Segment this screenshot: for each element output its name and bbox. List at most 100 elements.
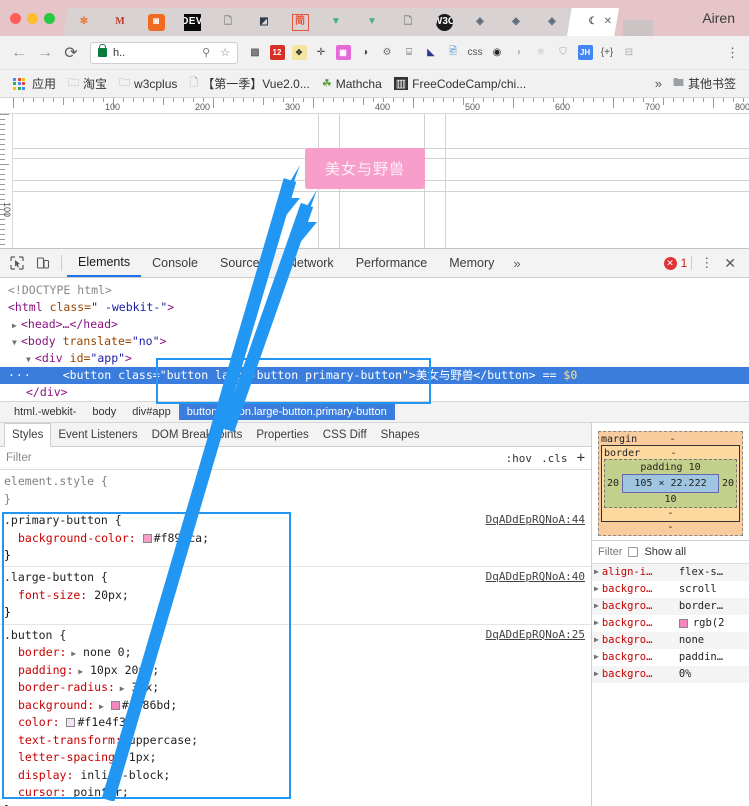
- css-declaration[interactable]: cursor: pointer;: [4, 784, 591, 801]
- bookmark-3[interactable]: 🗋 【第一季】Vue2.0...: [184, 72, 314, 95]
- breadcrumb-item-3[interactable]: button.button.large-button.primary-butto…: [178, 404, 395, 421]
- extension-5[interactable]: ◑: [354, 40, 376, 66]
- css-declaration[interactable]: border-radius: ▶ 3px;: [4, 679, 591, 696]
- border-top-value[interactable]: -: [640, 448, 707, 459]
- maximize-window-button[interactable]: [44, 12, 55, 24]
- extension-15[interactable]: JH: [574, 40, 596, 66]
- expand-triangle-icon[interactable]: ▶: [594, 600, 599, 613]
- css-property-name[interactable]: cursor:: [18, 785, 66, 799]
- star-icon[interactable]: ☆: [220, 46, 230, 59]
- border-bottom-value[interactable]: -: [604, 508, 737, 519]
- browser-tab-1[interactable]: M: [99, 8, 141, 36]
- collapse-triangle-icon[interactable]: ▼: [26, 354, 35, 366]
- expand-triangle-icon[interactable]: ▶: [594, 651, 599, 664]
- dom-line[interactable]: ▼ <div id="app">: [0, 350, 749, 367]
- expand-triangle-icon[interactable]: ▶: [594, 566, 599, 579]
- css-rule-source-link[interactable]: DqADdEpRQNoA:44: [486, 512, 585, 529]
- color-swatch[interactable]: [678, 619, 688, 629]
- extension-8[interactable]: ◣: [420, 40, 442, 66]
- address-bar[interactable]: h.. ⚲ ☆: [90, 41, 238, 64]
- hov-toggle[interactable]: :hov: [506, 452, 533, 465]
- css-property-name[interactable]: border:: [18, 645, 66, 659]
- css-property-name[interactable]: padding:: [18, 663, 73, 677]
- css-declaration[interactable]: font-size: 20px;: [4, 587, 591, 604]
- devtools-tab-sources[interactable]: Sources: [209, 249, 277, 277]
- style-tab-properties[interactable]: Properties: [249, 423, 315, 446]
- primary-button[interactable]: 美女与野兽: [305, 148, 426, 189]
- css-declaration[interactable]: letter-spacing: 1px;: [4, 749, 591, 766]
- margin-top-value[interactable]: -: [637, 434, 708, 445]
- css-property-value[interactable]: #f1e4f3;: [77, 715, 132, 729]
- css-property-name[interactable]: border-radius:: [18, 680, 115, 694]
- padding-bottom-value[interactable]: 10: [607, 494, 734, 505]
- devtools-tab-performance[interactable]: Performance: [345, 249, 439, 277]
- css-property-value[interactable]: 3px;: [132, 680, 160, 694]
- ellipsis-icon[interactable]: ···: [8, 368, 32, 382]
- padding-top-value[interactable]: 10: [689, 462, 701, 473]
- extension-17[interactable]: ⊟: [618, 40, 640, 66]
- expand-triangle-icon[interactable]: ▶: [594, 617, 599, 630]
- css-property-name[interactable]: color:: [18, 715, 60, 729]
- css-property-value[interactable]: none 0;: [83, 645, 131, 659]
- browser-tab-5[interactable]: ◩: [243, 8, 285, 36]
- breadcrumb-item-0[interactable]: html.-webkit-: [6, 404, 84, 420]
- computed-property-row[interactable]: ▶ backgro… scroll: [592, 581, 749, 598]
- bookmark-4[interactable]: ☘ Mathcha: [317, 75, 387, 93]
- dom-line[interactable]: ▶ <head>…</head>: [0, 316, 749, 333]
- css-rule-source-link[interactable]: DqADdEpRQNoA:25: [486, 627, 585, 644]
- browser-tab-12[interactable]: ◈: [495, 8, 537, 36]
- css-property-value[interactable]: 20px;: [94, 588, 129, 602]
- reload-icon[interactable]: ⟳: [58, 40, 84, 66]
- css-property-name[interactable]: letter-spacing:: [18, 750, 122, 764]
- padding-left-value[interactable]: 20: [607, 478, 619, 489]
- computed-property-row[interactable]: ▶ backgro… rgb(2: [592, 615, 749, 632]
- tab-close-icon[interactable]: ✕: [604, 16, 612, 27]
- extension-16[interactable]: {+}: [596, 40, 618, 66]
- collapse-triangle-icon[interactable]: ▼: [12, 337, 21, 349]
- devtools-tab-console[interactable]: Console: [141, 249, 209, 277]
- css-property-value[interactable]: pointer;: [73, 785, 128, 799]
- element-style-selector[interactable]: element.style {: [4, 473, 591, 490]
- color-swatch[interactable]: [110, 700, 120, 710]
- devtools-tab-memory[interactable]: Memory: [438, 249, 505, 277]
- browser-tab-14[interactable]: ☾ ✕: [567, 8, 619, 36]
- css-declaration[interactable]: padding: ▶ 10px 20px;: [4, 662, 591, 679]
- dom-line[interactable]: ▼ <body translate="no">: [0, 333, 749, 350]
- extension-13[interactable]: ⚛: [530, 40, 552, 66]
- extension-14[interactable]: ⛉: [552, 40, 574, 66]
- computed-filter-input[interactable]: Filter: [598, 546, 622, 558]
- expand-triangle-icon[interactable]: ▶: [94, 702, 104, 711]
- new-style-rule-button[interactable]: +: [577, 450, 585, 466]
- color-swatch[interactable]: [66, 718, 76, 728]
- browser-tab-3[interactable]: DEV: [171, 8, 213, 36]
- css-property-value[interactable]: 1px;: [129, 750, 157, 764]
- css-property-value[interactable]: 10px 20px;: [90, 663, 159, 677]
- extension-2[interactable]: ✥: [288, 40, 310, 66]
- color-swatch[interactable]: [142, 533, 152, 543]
- css-property-value[interactable]: inline-block;: [80, 768, 170, 782]
- search-icon[interactable]: ⚲: [202, 46, 210, 59]
- back-icon[interactable]: ←: [6, 40, 32, 66]
- new-tab-button[interactable]: [623, 20, 653, 36]
- css-declaration[interactable]: background: ▶ #f686bd;: [4, 697, 591, 714]
- css-property-name[interactable]: display:: [18, 768, 73, 782]
- other-bookmarks-folder[interactable]: 🖿 其他书签: [668, 72, 741, 95]
- css-property-name[interactable]: font-size:: [18, 588, 87, 602]
- close-icon[interactable]: ✕: [721, 255, 739, 272]
- profile-name[interactable]: Airen: [702, 0, 749, 36]
- devtools-kebab-menu-icon[interactable]: ⋮: [696, 255, 717, 271]
- box-model-padding[interactable]: padding 10 20 105 × 22.222 20 10: [604, 459, 737, 509]
- expand-triangle-icon[interactable]: ▶: [594, 634, 599, 647]
- css-declaration[interactable]: color: #f1e4f3;: [4, 714, 591, 731]
- style-tab-css-diff[interactable]: CSS Diff: [316, 423, 374, 446]
- computed-property-row[interactable]: ▶ backgro… 0%: [592, 666, 749, 684]
- extension-3[interactable]: ✛: [310, 40, 332, 66]
- expand-triangle-icon[interactable]: ▶: [66, 649, 76, 658]
- close-window-button[interactable]: [10, 12, 21, 24]
- browser-tab-8[interactable]: ▼: [351, 8, 393, 36]
- breadcrumb-item-2[interactable]: div#app: [124, 404, 179, 420]
- css-rule-source-link[interactable]: DqADdEpRQNoA:40: [486, 569, 585, 586]
- margin-bottom-value[interactable]: -: [601, 522, 740, 533]
- extension-1[interactable]: 12: [266, 40, 288, 66]
- css-property-value[interactable]: #f686bd;: [122, 698, 177, 712]
